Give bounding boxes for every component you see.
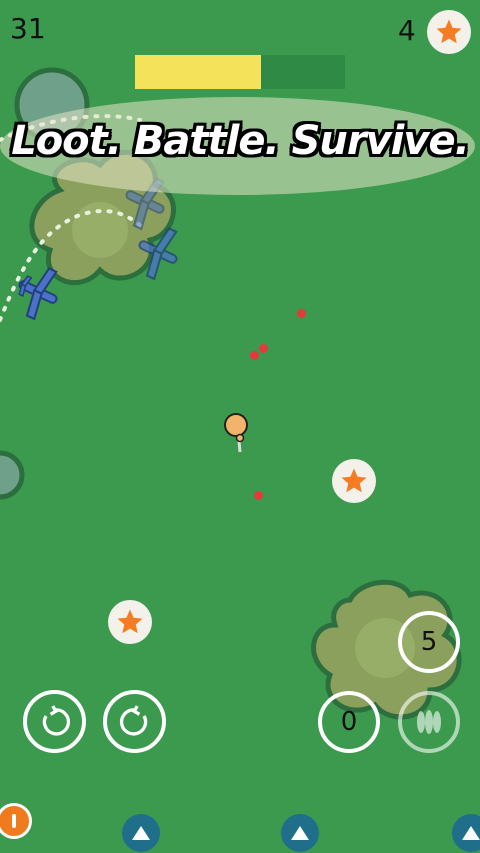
ammo-count: 0 <box>340 707 358 737</box>
enemy-marker <box>297 309 306 318</box>
airplane-icon <box>18 267 58 321</box>
enemy-marker <box>259 344 268 353</box>
player-character <box>224 413 248 453</box>
bullets-icon <box>417 710 441 734</box>
rotate-cw-icon <box>119 704 147 736</box>
bullets-button[interactable] <box>398 691 460 753</box>
rotate-left-button[interactable] <box>23 690 86 753</box>
star-pickup-icon[interactable] <box>108 600 152 644</box>
rotate-right-button[interactable] <box>103 690 166 753</box>
star-icon <box>427 10 471 54</box>
enemy-marker <box>250 351 259 360</box>
banner-text: Loot. Battle. Survive. <box>11 118 470 164</box>
ammo-button[interactable]: 0 <box>318 691 380 753</box>
arrow-up-icon <box>462 826 480 840</box>
nav-up-button[interactable] <box>122 814 160 852</box>
arrow-up-icon <box>291 826 309 840</box>
star-pickup-icon[interactable] <box>332 459 376 503</box>
nav-up-button[interactable] <box>281 814 319 852</box>
grenade-count: 5 <box>420 627 438 657</box>
enemy-marker <box>254 491 263 500</box>
star-counter: 4 <box>398 14 416 47</box>
rock <box>0 450 25 500</box>
exclamation-icon <box>12 814 16 828</box>
rotate-ccw-icon <box>42 704 70 736</box>
health-bar-fill <box>135 55 261 89</box>
kill-counter: 31 <box>10 12 46 45</box>
grenade-button[interactable]: 5 <box>398 611 460 673</box>
arrow-up-icon <box>132 826 150 840</box>
